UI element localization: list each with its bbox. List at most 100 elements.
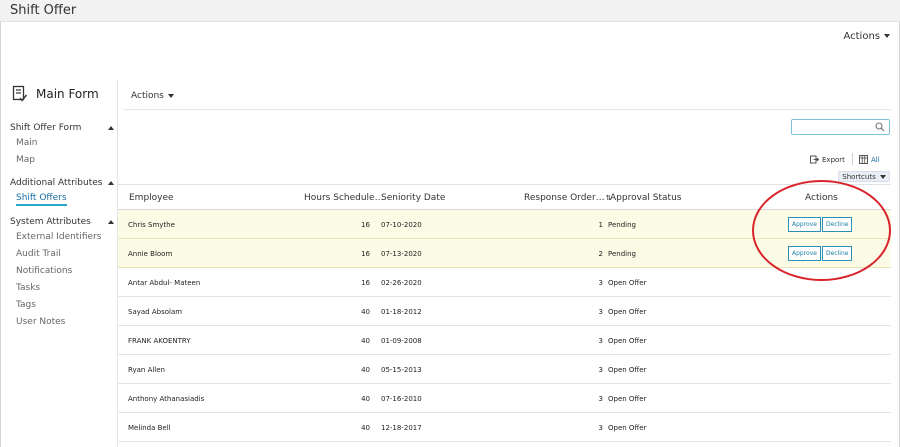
cell-approval-status: Open Offer — [608, 308, 647, 316]
all-label: All — [871, 155, 880, 164]
search-input[interactable] — [792, 125, 872, 140]
cell-approval-status: Pending — [608, 250, 636, 258]
cell-seniority-date: 05-15-2013 — [381, 366, 422, 374]
table-row[interactable]: Melinda Bell 40 12-18-2017 3 Open Offer — [118, 413, 891, 442]
sidebar-item-tasks[interactable]: Tasks — [16, 283, 40, 293]
shift-offers-table: Employee Hours Schedule… Seniority Date … — [118, 184, 891, 442]
grid-icon — [859, 155, 868, 164]
decline-button[interactable]: Decline — [822, 246, 853, 261]
table-row[interactable]: FRANK AKOENTRY 40 01-09-2008 3 Open Offer — [118, 326, 891, 355]
table-row[interactable]: Chris Smythe 16 07-10-2020 1 Pending Approve D… — [118, 210, 891, 239]
approve-button[interactable]: Approve — [788, 217, 821, 232]
cell-hours: 40 — [361, 395, 370, 403]
main-actions-label: Actions — [131, 91, 164, 101]
collapse-icon[interactable] — [108, 181, 114, 185]
cell-hours: 40 — [361, 366, 370, 374]
cell-approval-status: Open Offer — [608, 337, 647, 345]
section-shift-offer-form[interactable]: Shift Offer Form — [10, 122, 114, 134]
table-row[interactable]: Anthony Athanasiadis 40 07-16-2010 3 Open Of… — [118, 384, 891, 413]
sidebar-item-tags[interactable]: Tags — [16, 300, 36, 310]
table-body: Chris Smythe 16 07-10-2020 1 Pending Approve D… — [118, 210, 891, 442]
cell-seniority-date: 02-26-2020 — [381, 279, 422, 287]
section-label: Additional Attributes — [10, 178, 103, 188]
cell-approval-status: Open Offer — [608, 395, 647, 403]
main-panel: Actions Export All Shortcuts Employee Ho… — [118, 80, 899, 447]
sidebar-item-audit-trail[interactable]: Audit Trail — [16, 249, 61, 259]
cell-approval-status: Open Offer — [608, 279, 647, 287]
section-label: Shift Offer Form — [10, 123, 82, 133]
sidebar-item-user-notes[interactable]: User Notes — [16, 317, 65, 327]
column-header-seniority-date[interactable]: Seniority Date — [381, 193, 445, 203]
shortcuts-dropdown[interactable]: Shortcuts — [838, 171, 890, 182]
cell-hours: 40 — [361, 337, 370, 345]
cell-hours: 40 — [361, 424, 370, 432]
cell-seniority-date: 01-09-2008 — [381, 337, 422, 345]
shortcuts-label: Shortcuts — [842, 172, 876, 181]
top-actions-menu[interactable]: Actions — [843, 31, 890, 42]
cell-employee: Chris Smythe — [128, 221, 175, 229]
cell-hours: 16 — [361, 250, 370, 258]
export-label: Export — [822, 155, 845, 164]
cell-response-order: 3 — [598, 366, 603, 374]
form-check-icon — [12, 85, 28, 102]
sidebar-item-map[interactable]: Map — [16, 155, 35, 165]
decline-button[interactable]: Decline — [822, 217, 853, 232]
search-box[interactable] — [791, 119, 890, 140]
cell-seniority-date: 07-13-2020 — [381, 250, 422, 258]
cell-response-order: 3 — [598, 279, 603, 287]
sidebar: Main Form Shift Offer Form Main Map Addi… — [0, 80, 118, 447]
table-row[interactable]: Antar Abdul- Mateen 16 02-26-2020 3 Open Off… — [118, 268, 891, 297]
export-button[interactable]: Export — [810, 155, 845, 164]
section-system-attributes[interactable]: System Attributes — [10, 216, 114, 228]
approve-button[interactable]: Approve — [788, 246, 821, 261]
cell-hours: 40 — [361, 308, 370, 316]
cell-employee: Annie Bloom — [128, 250, 173, 258]
cell-employee: Antar Abdul- Mateen — [128, 279, 201, 287]
cell-approval-status: Pending — [608, 221, 636, 229]
all-columns-toggle[interactable]: All — [859, 155, 880, 164]
cell-response-order: 3 — [598, 424, 603, 432]
caret-down-icon — [879, 174, 886, 179]
sidebar-item-external-identifiers[interactable]: External Identifiers — [16, 232, 101, 242]
table-row[interactable]: Annie Bloom 16 07-13-2020 2 Pending Approve De… — [118, 239, 891, 268]
export-icon — [810, 155, 819, 164]
collapse-icon[interactable] — [108, 220, 114, 224]
cell-response-order: 3 — [598, 395, 603, 403]
cell-response-order: 1 — [598, 221, 603, 229]
cell-employee: Melinda Bell — [128, 424, 171, 432]
cell-response-order: 2 — [598, 250, 603, 258]
cell-seniority-date: 01-18-2012 — [381, 308, 422, 316]
top-actions-label: Actions — [843, 31, 880, 42]
cell-employee: Anthony Athanasiadis — [128, 395, 205, 403]
column-header-approval-status[interactable]: Approval Status — [610, 193, 681, 203]
column-header-response-order[interactable]: Response Order…⇅ — [524, 193, 612, 203]
collapse-icon[interactable] — [108, 126, 114, 130]
cell-employee: Sayad Absolam — [128, 308, 183, 316]
cell-employee: FRANK AKOENTRY — [128, 337, 191, 345]
title-bar: Shift Offer — [0, 0, 900, 22]
cell-hours: 16 — [361, 279, 370, 287]
cell-seniority-date: 12-18-2017 — [381, 424, 422, 432]
table-row[interactable]: Sayad Absolam 40 01-18-2012 3 Open Offer — [118, 297, 891, 326]
main-actions-menu[interactable]: Actions — [131, 91, 174, 101]
sidebar-item-shift-offers[interactable]: Shift Offers — [16, 193, 67, 206]
column-header-actions: Actions — [805, 193, 838, 203]
table-row[interactable]: Ryan Allen 40 05-15-2013 3 Open Offer — [118, 355, 891, 384]
toolbar-separator — [852, 153, 853, 165]
cell-hours: 16 — [361, 221, 370, 229]
column-header-employee[interactable]: Employee — [129, 193, 174, 203]
cell-seniority-date: 07-16-2010 — [381, 395, 422, 403]
cell-approval-status: Open Offer — [608, 424, 647, 432]
sidebar-header: Main Form — [12, 84, 99, 104]
sidebar-item-main[interactable]: Main — [16, 138, 38, 148]
cell-seniority-date: 07-10-2020 — [381, 221, 422, 229]
column-header-hours-scheduled[interactable]: Hours Schedule… — [304, 193, 384, 203]
column-header-response-order-label: Response Order… — [524, 193, 605, 203]
search-icon[interactable] — [875, 122, 885, 132]
sidebar-item-notifications[interactable]: Notifications — [16, 266, 72, 276]
table-header: Employee Hours Schedule… Seniority Date … — [118, 184, 891, 210]
section-additional-attributes[interactable]: Additional Attributes — [10, 177, 114, 189]
caret-down-icon — [167, 93, 174, 98]
cell-response-order: 3 — [598, 337, 603, 345]
cell-approval-status: Open Offer — [608, 366, 647, 374]
